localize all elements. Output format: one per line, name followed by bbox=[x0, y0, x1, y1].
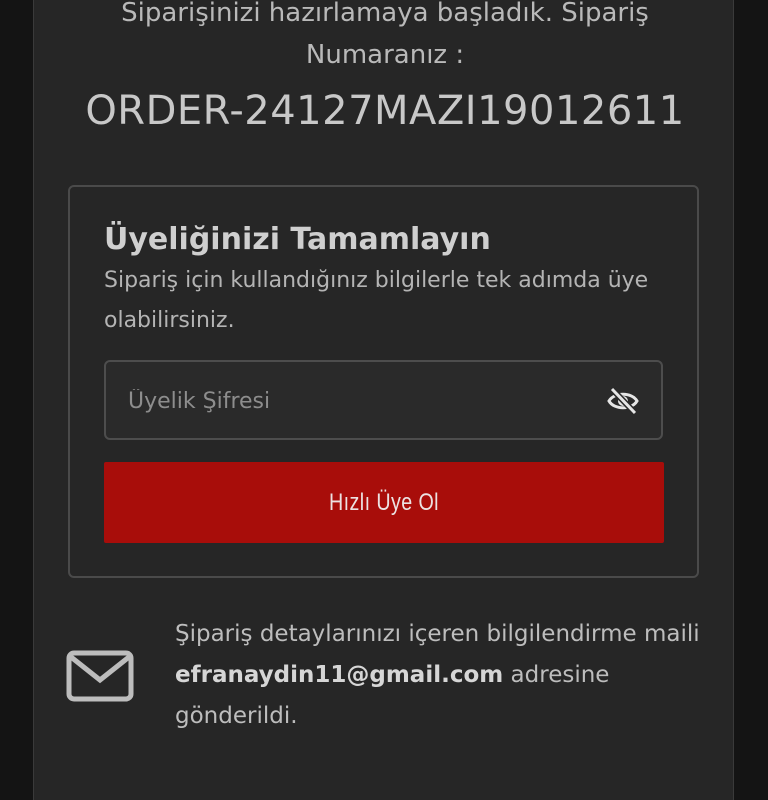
eye-slash-icon[interactable] bbox=[606, 384, 640, 418]
email-notification-prefix: Şipariş detaylarınızı içeren bilgilendir… bbox=[175, 621, 700, 647]
envelope-icon bbox=[66, 650, 134, 702]
quick-signup-button[interactable]: Hızlı Üye Ol bbox=[104, 462, 664, 543]
customer-email: efranaydin11@gmail.com bbox=[175, 662, 504, 688]
order-number: ORDER-24127MAZI19012611 bbox=[85, 88, 685, 134]
membership-description: Sipariş için kullandığınız bilgilerle te… bbox=[104, 268, 649, 333]
password-field[interactable] bbox=[104, 360, 663, 440]
page: Siparişinizi hazırlamaya başladık. Sipar… bbox=[0, 0, 768, 800]
order-confirmation-message: Siparişinizi hazırlamaya başladık. Sipar… bbox=[121, 0, 649, 70]
membership-title: Üyeliğinizi Tamamlayın bbox=[104, 222, 491, 257]
email-notification-text: Şipariş detaylarınızı içeren bilgilendir… bbox=[175, 614, 735, 737]
quick-signup-label: Hızlı Üye Ol bbox=[329, 488, 439, 516]
password-input[interactable] bbox=[126, 362, 590, 440]
